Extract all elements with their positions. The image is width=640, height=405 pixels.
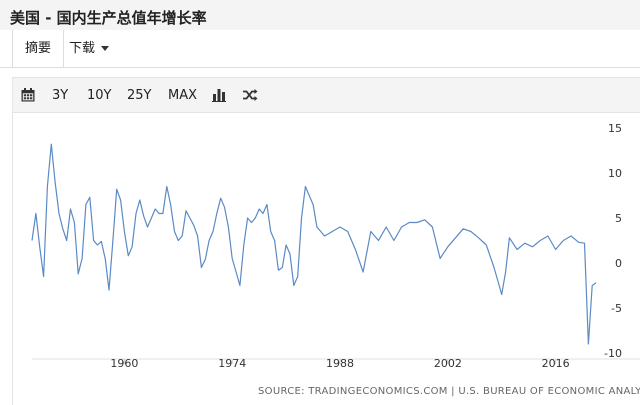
title-bar: 美国 - 国内生产总值年增长率 — [0, 0, 640, 30]
y-tick-label: 0 — [615, 257, 622, 270]
y-tick-label: 15 — [608, 122, 622, 135]
x-tick-label: 1974 — [218, 357, 246, 370]
x-tick-label: 2002 — [434, 357, 462, 370]
page-title: 美国 - 国内生产总值年增长率 — [10, 9, 207, 27]
tab-download-label: 下载 — [69, 41, 96, 56]
y-tick-label: 5 — [615, 212, 622, 225]
y-tick-label: -10 — [604, 347, 622, 360]
x-tick-label: 1960 — [110, 357, 138, 370]
range-25y-button[interactable]: 25Y — [127, 87, 151, 105]
caret-down-icon — [101, 46, 110, 51]
x-tick-label: 1988 — [326, 357, 354, 370]
shuffle-icon[interactable] — [242, 87, 258, 103]
gdp-growth-line-chart: 15 10 5 0 -5 -10 1960 1974 1988 2002 2016 — [31, 122, 640, 370]
chart-toolbar: 3Y 10Y 25Y MAX — [13, 78, 640, 113]
range-3y-button[interactable]: 3Y — [52, 87, 68, 105]
range-max-button[interactable]: MAX — [168, 87, 197, 105]
range-10y-button[interactable]: 10Y — [87, 87, 111, 105]
x-tick-label: 2016 — [542, 357, 570, 370]
tab-bar: 摘要 下载 — [0, 30, 640, 68]
y-tick-label: -5 — [611, 302, 622, 315]
tab-download[interactable]: 下载 — [57, 30, 121, 67]
bar-chart-icon[interactable] — [211, 87, 227, 103]
y-tick-label: 10 — [608, 167, 622, 180]
gdp-growth-series-line — [31, 143, 597, 345]
calendar-icon[interactable] — [20, 87, 36, 103]
source-note: SOURCE: TRADINGECONOMICS.COM | U.S. BURE… — [258, 386, 640, 397]
